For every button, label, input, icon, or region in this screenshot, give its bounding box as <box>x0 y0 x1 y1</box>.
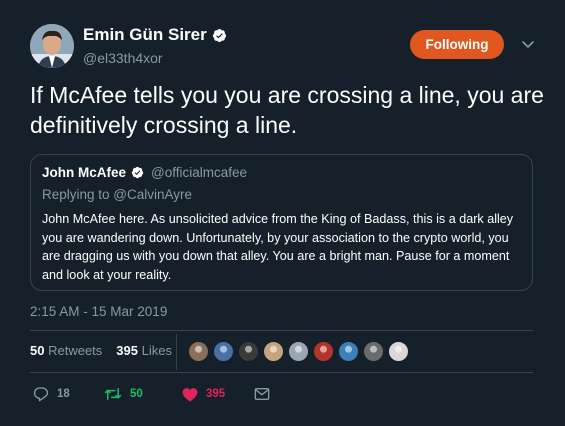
author-name[interactable]: Emin Gün Sirer <box>83 25 207 45</box>
author-avatar-image <box>30 24 74 68</box>
liker-avatar-5[interactable] <box>288 341 309 362</box>
likes-label: Likes <box>141 343 172 358</box>
chevron-down-icon[interactable] <box>520 36 536 52</box>
following-button[interactable]: Following <box>410 30 504 59</box>
liker-avatar-3[interactable] <box>238 341 259 362</box>
divider <box>30 330 533 331</box>
stats-separator <box>176 334 177 370</box>
tweet-text: If McAfee tells you you are crossing a l… <box>30 82 544 138</box>
likes-stat[interactable]: 395 Likes <box>116 343 172 358</box>
like-button[interactable]: 395 <box>182 387 254 402</box>
tweet-actions: 18 50 395 <box>33 384 270 404</box>
retweets-label: Retweets <box>48 343 103 358</box>
author-avatar[interactable] <box>30 24 74 68</box>
liker-avatars <box>188 341 409 362</box>
liker-avatar-6[interactable] <box>313 341 334 362</box>
heart-icon <box>182 387 198 401</box>
retweets-count: 50 <box>30 343 45 358</box>
tweet-timestamp[interactable]: 2:15 AM - 15 Mar 2019 <box>30 304 167 319</box>
liker-avatar-9[interactable] <box>388 341 409 362</box>
reply-icon <box>33 387 49 402</box>
retweet-count: 50 <box>130 388 143 400</box>
liker-avatar-8[interactable] <box>363 341 384 362</box>
quoted-author-name: John McAfee <box>42 165 127 180</box>
quoted-tweet-text: John McAfee here. As unsolicited advice … <box>42 212 514 282</box>
likes-count: 395 <box>116 343 138 358</box>
like-count: 395 <box>206 388 226 400</box>
quoted-tweet[interactable]: John McAfee @officialmcafee Replying to … <box>30 154 533 291</box>
tweet-card: Emin Gün Sirer @el33th4xor Following If … <box>0 0 565 426</box>
direct-message-button[interactable] <box>254 387 270 401</box>
liker-avatar-7[interactable] <box>338 341 359 362</box>
retweets-stat[interactable]: 50 Retweets <box>30 343 102 358</box>
author-name-row[interactable]: Emin Gün Sirer <box>83 25 227 45</box>
reply-count: 18 <box>57 388 70 400</box>
quoted-author-handle: @officialmcafee <box>151 165 248 180</box>
retweet-button[interactable]: 50 <box>104 386 182 402</box>
engagement-stats: 50 Retweets 395 Likes <box>30 343 172 358</box>
author-handle[interactable]: @el33th4xor <box>83 50 163 66</box>
envelope-icon <box>254 388 270 400</box>
reply-button[interactable]: 18 <box>33 386 104 402</box>
liker-avatar-2[interactable] <box>213 341 234 362</box>
verified-badge-icon <box>212 28 226 42</box>
retweet-icon <box>104 388 122 400</box>
quoted-reply-to: Replying to @CalvinAyre <box>42 187 193 202</box>
liker-avatar-4[interactable] <box>263 341 284 362</box>
quoted-tweet-header: John McAfee @officialmcafee <box>42 165 247 180</box>
verified-badge-icon <box>131 166 144 179</box>
divider <box>30 372 533 373</box>
liker-avatar-1[interactable] <box>188 341 209 362</box>
